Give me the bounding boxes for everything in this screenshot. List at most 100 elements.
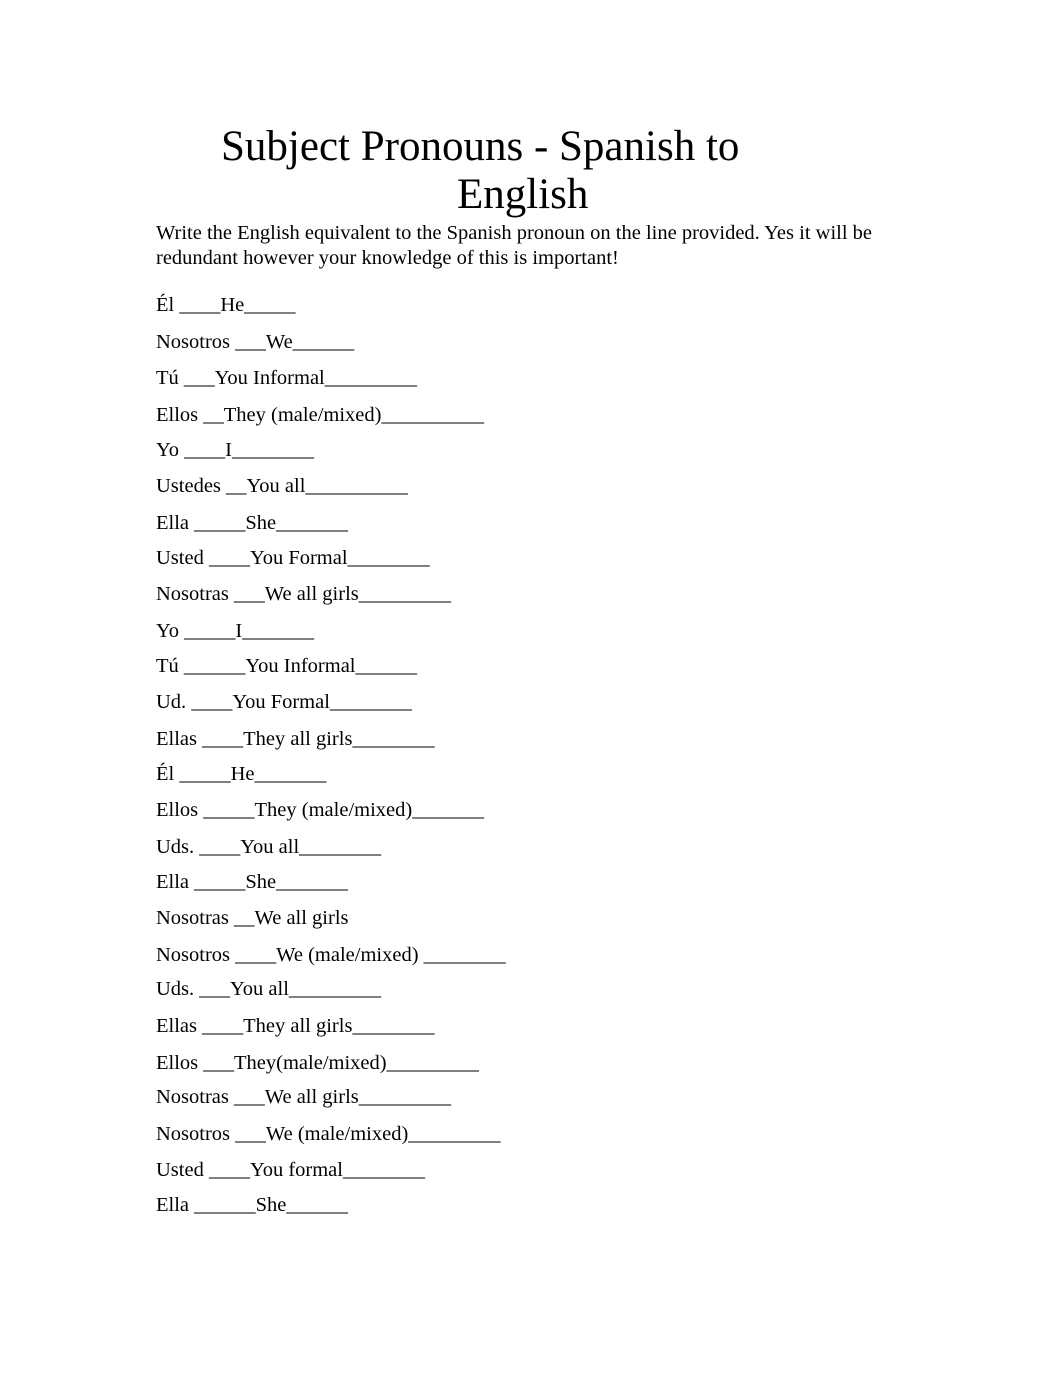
english-answer-highlighted[interactable]: We [266,331,293,353]
answer-line-before: ____ [208,547,250,569]
english-answer-highlighted[interactable]: We all girls [255,907,349,929]
spanish-pronoun: Nosotros [156,331,231,353]
english-answer[interactable]: We (male/mixed) [266,1123,408,1145]
spanish-pronoun: Ud. [156,691,187,713]
answer-line-after: ________ [231,439,314,461]
answer-line-before: ____ [202,728,244,750]
english-answer[interactable]: You Informal [215,367,325,389]
spanish-pronoun: Ellos [156,799,199,821]
english-answer[interactable]: They all girls [243,728,352,750]
spanish-pronoun: Ella [156,1194,190,1216]
answer-line-after: ________ [418,944,506,966]
spanish-pronoun: Nosotros [156,1123,231,1145]
answer-line-before: _____ [179,763,231,785]
answer-line-after: ______ [355,655,418,677]
answer-line-before: ____ [191,691,233,713]
english-answer[interactable]: You formal [250,1159,343,1181]
answer-line-before: ___ [234,583,265,605]
english-answer[interactable]: We (male/mixed) [276,944,418,966]
spanish-pronoun: Ellos [156,1052,199,1074]
page-title-line-1: Subject Pronouns - Spanish to [221,123,740,170]
answer-line-after: ________ [352,1015,435,1037]
answer-line-before: ____ [202,1015,244,1037]
pronoun-row: Yo ____I________ [156,438,314,462]
english-answer[interactable]: She [245,512,276,534]
spanish-pronoun: Ellas [156,1015,197,1037]
answer-line-before: __ [203,404,224,426]
spanish-pronoun: Nosotras [156,583,229,605]
spanish-pronoun: Nosotros [156,944,231,966]
english-answer[interactable]: They all girls [243,1015,352,1037]
answer-line-before: ______ [183,655,246,677]
answer-line-after: _________ [358,1086,452,1108]
spanish-pronoun: Usted [156,547,204,569]
answer-line-after: _______ [276,871,348,893]
spanish-pronoun: Uds. [156,836,195,858]
spanish-pronoun: Él [156,294,175,316]
pronoun-row: Nosotras ___We all girls_________ [156,1085,451,1109]
english-answer[interactable]: We all girls [265,583,359,605]
answer-line-after: ________ [299,836,382,858]
pronoun-row: Ustedes __You all__________ [156,474,408,498]
page-title-line-2: English [457,171,589,218]
english-answer[interactable]: I [225,439,232,461]
pronoun-row: Ellos _____They (male/mixed)_______ [156,798,484,822]
pronoun-row: Uds. ____You all________ [156,835,381,859]
answer-line-after: ________ [329,691,412,713]
english-answer[interactable]: He [231,763,255,785]
spanish-pronoun: Yo [156,620,180,642]
spanish-pronoun: Tú [156,367,179,389]
answer-line-after: _______ [412,799,484,821]
pronoun-row: Nosotros ___We______ [156,330,354,354]
answer-line-after: _________ [288,978,382,1000]
answer-line-after: _______ [276,512,348,534]
spanish-pronoun: Ellas [156,728,197,750]
pronoun-row: Uds. ___You all_________ [156,977,381,1001]
answer-line-after: ________ [342,1159,425,1181]
pronoun-row: Tú ______You Informal______ [156,654,417,678]
english-answer[interactable]: He [220,294,244,316]
spanish-pronoun: Yo [156,439,180,461]
spanish-pronoun: Nosotras [156,1086,229,1108]
answer-line-before: _____ [194,512,246,534]
english-answer[interactable]: She [256,1194,287,1216]
answer-line-after: _____ [244,294,296,316]
english-answer[interactable]: She [245,871,276,893]
spanish-pronoun: Uds. [156,978,195,1000]
answer-line-before: ___ [199,978,231,1000]
english-answer[interactable]: You all [230,978,289,1000]
pronoun-row: Usted ____You Formal________ [156,546,430,570]
answer-line-before: __ [226,475,247,497]
pronoun-row: Nosotros ___We (male/mixed)_________ [156,1122,501,1146]
english-answer[interactable]: They(male/mixed) [234,1052,387,1074]
pronoun-row: Ellos ___They(male/mixed)_________ [156,1051,479,1075]
answer-line-after: __________ [381,404,484,426]
spanish-pronoun: Ella [156,512,190,534]
answer-line-before: ___ [235,331,266,353]
answer-line-before: ______ [194,1194,256,1216]
answer-line-after: _______ [242,620,314,642]
spanish-pronoun: Ellos [156,404,199,426]
answer-line-before: _____ [194,871,246,893]
answer-line-after: _________ [324,367,418,389]
spanish-pronoun: Usted [156,1159,204,1181]
english-answer[interactable]: You all [247,475,306,497]
spanish-pronoun: Ella [156,871,190,893]
english-answer[interactable]: You all [240,836,299,858]
answer-line-before: _____ [203,799,255,821]
answer-line-before: _____ [184,620,236,642]
answer-line-after: _________ [386,1052,479,1074]
answer-line-before: ____ [184,439,226,461]
english-answer[interactable]: We all girls [265,1086,359,1108]
english-answer[interactable]: You Formal [250,547,348,569]
english-answer[interactable]: You Informal [245,655,355,677]
english-answer[interactable]: They (male/mixed) [255,799,413,821]
answer-line-after: _______ [254,763,327,785]
answer-line-before: ___ [203,1052,235,1074]
english-answer[interactable]: You Formal [232,691,330,713]
answer-line-before: ___ [183,367,215,389]
answer-line-before: ____ [208,1159,250,1181]
pronoun-row: Nosotras ___We all girls_________ [156,582,451,606]
pronoun-row: Nosotros ____We (male/mixed) ________ [156,943,506,967]
english-answer[interactable]: They (male/mixed) [224,404,382,426]
